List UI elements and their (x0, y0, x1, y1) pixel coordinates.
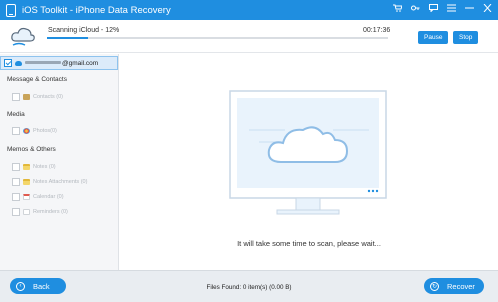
sidebar-item-calendar[interactable]: Calendar (0) (12, 193, 64, 201)
sidebar-item-notes-attachments[interactable]: Notes Attachments (0) (12, 178, 87, 186)
photos-icon (23, 128, 30, 134)
sidebar-item-label: Reminders (0) (33, 209, 68, 215)
monitor-cloud-illustration (229, 90, 387, 215)
sidebar-item-contacts[interactable]: Contacts (0) (12, 93, 63, 101)
notes-checkbox[interactable] (12, 163, 20, 171)
elapsed-time: 00:17:36 (363, 27, 391, 34)
redacted-email (25, 61, 61, 65)
scan-status-text: Scanning iCloud - 12% (48, 27, 120, 34)
phone-icon (6, 3, 16, 17)
sidebar-item-photos[interactable]: Photos(0) (12, 127, 57, 135)
scan-progress-fill (47, 37, 88, 39)
recover-button[interactable]: ↻ Recover (424, 278, 484, 294)
recover-label: Recover (447, 281, 475, 291)
sidebar-item-label: Photos(0) (33, 128, 57, 134)
chat-icon[interactable] (428, 0, 438, 20)
window-controls (392, 0, 492, 20)
section-memos-others: Memos & Others (7, 146, 56, 153)
sidebar: @gmail.com Message & Contacts Contacts (… (0, 54, 119, 270)
stop-button[interactable]: Stop (453, 31, 479, 44)
sidebar-item-label: Notes (0) (33, 164, 56, 170)
reminders-checkbox[interactable] (12, 208, 20, 216)
section-media: Media (7, 111, 25, 118)
account-row[interactable]: @gmail.com (0, 56, 118, 70)
notes-attachments-checkbox[interactable] (12, 178, 20, 186)
menu-icon[interactable] (446, 0, 456, 20)
footer-bar: ‹ Back Files Found: 0 item(s) (0.00 B) ↻… (0, 270, 498, 302)
sidebar-item-label: Contacts (0) (33, 94, 63, 100)
scan-wait-message: It will take some time to scan, please w… (237, 239, 381, 248)
reminders-icon (23, 209, 30, 215)
scan-status-bar: Scanning iCloud - 12% 00:17:36 Pause Sto… (0, 20, 498, 53)
sidebar-item-notes[interactable]: Notes (0) (12, 163, 56, 171)
main-panel: It will take some time to scan, please w… (120, 54, 498, 270)
sidebar-item-label: Calendar (0) (33, 194, 64, 200)
scan-progress-bar (47, 37, 388, 39)
calendar-icon (23, 194, 30, 200)
sidebar-item-label: Notes Attachments (0) (33, 179, 88, 185)
recover-icon: ↻ (430, 281, 439, 291)
icloud-scan-icon (11, 27, 35, 46)
pause-button[interactable]: Pause (418, 31, 449, 44)
contacts-icon (23, 94, 30, 100)
account-domain: @gmail.com (62, 59, 99, 67)
close-icon[interactable] (482, 0, 492, 20)
calendar-checkbox[interactable] (12, 193, 20, 201)
notes-icon (23, 164, 30, 170)
title-bar: iOS Toolkit - iPhone Data Recovery (0, 0, 498, 20)
cart-icon[interactable] (392, 0, 403, 20)
notes-attachments-icon (23, 179, 30, 185)
contacts-checkbox[interactable] (12, 93, 20, 101)
icloud-icon (15, 60, 22, 66)
window-title: iOS Toolkit - iPhone Data Recovery (22, 4, 171, 16)
account-checkbox[interactable] (4, 59, 12, 67)
section-message-contacts: Message & Contacts (7, 76, 67, 83)
account-email: @gmail.com (25, 60, 98, 67)
sidebar-item-reminders[interactable]: Reminders (0) (12, 208, 68, 216)
minimize-icon[interactable] (464, 0, 474, 20)
photos-checkbox[interactable] (12, 127, 20, 135)
key-icon[interactable] (410, 0, 420, 20)
